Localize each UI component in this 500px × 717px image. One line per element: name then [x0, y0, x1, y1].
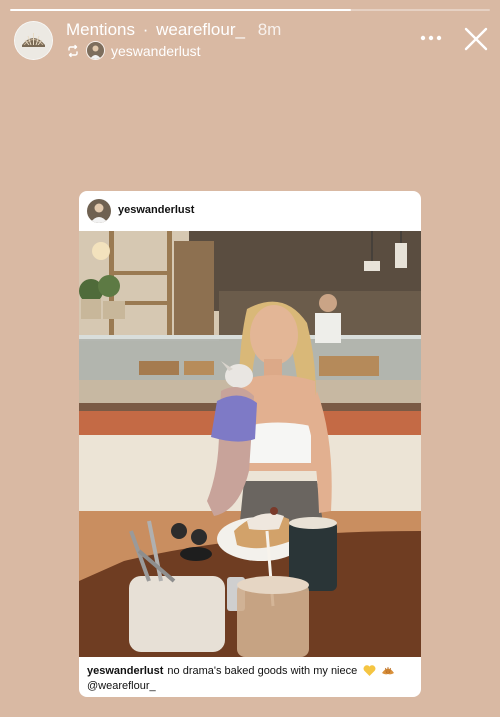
post-photo[interactable] — [79, 231, 421, 657]
repost-icon — [68, 44, 78, 57]
repost-avatar — [86, 41, 105, 60]
reposted-from-username: yeswanderlust — [111, 42, 201, 59]
time-ago: 8m — [257, 20, 282, 39]
post-author-username[interactable]: yeswanderlust — [118, 204, 194, 216]
story-title-line: Mentions · weareflour_ 8m — [66, 20, 281, 40]
mentions-label: Mentions — [66, 20, 135, 39]
caption-username[interactable]: yeswanderlust — [87, 665, 163, 677]
post-caption: yeswanderlust no drama's baked goods with… — [87, 664, 413, 694]
profile-avatar[interactable] — [14, 21, 53, 60]
yellow-heart-emoji — [363, 665, 376, 676]
repost-attribution[interactable]: yeswanderlust — [66, 41, 201, 60]
caption-mention[interactable]: @weareflour_ — [87, 680, 156, 692]
fan-logo-icon — [15, 22, 52, 59]
post-author-avatar[interactable] — [87, 199, 111, 223]
more-icon[interactable] — [418, 28, 444, 48]
story-header: Mentions · weareflour_ 8m yeswanderlust — [0, 0, 500, 70]
post-header: yeswanderlust — [79, 191, 421, 231]
account-name[interactable]: weareflour_ — [156, 20, 245, 39]
close-icon[interactable] — [463, 26, 489, 52]
croissant-emoji — [382, 667, 395, 675]
caption-text: no drama's baked goods with my niece — [167, 665, 358, 677]
title-separator: · — [142, 20, 149, 39]
shared-post-card[interactable]: yeswanderlust yeswanderlust no drama's b… — [79, 191, 421, 697]
